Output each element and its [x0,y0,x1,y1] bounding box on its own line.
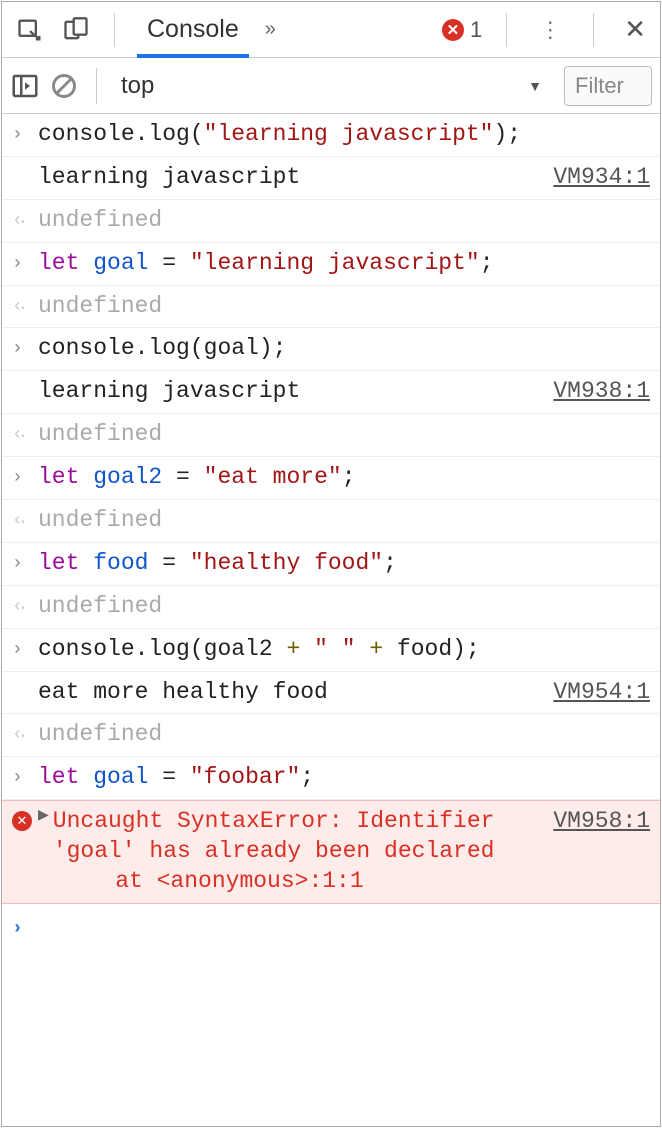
console-toolbar: top ▼ Filter [2,58,660,114]
console-log-row: learning javascript VM938:1 [2,371,660,414]
console-input-row: ›console.log("learning javascript"); [2,114,660,157]
return-chevron-icon: ‹• [8,592,38,619]
return-chevron-icon: ‹• [8,420,38,447]
console-input-row: ›console.log(goal); [2,328,660,371]
input-chevron-icon: › [8,120,38,147]
error-message: Uncaught SyntaxError: Identifier 'goal' … [53,807,542,867]
inspect-icon[interactable] [16,16,44,44]
tabs-overflow-icon[interactable]: » [265,18,276,41]
console-input-row: ›let goal = "foobar"; [2,757,660,800]
source-link[interactable]: VM938:1 [553,377,650,407]
return-value: undefined [38,420,650,450]
log-message: learning javascript [38,163,541,193]
console-code: let food = "healthy food"; [38,549,650,579]
console-log-row: eat more healthy food VM954:1 [2,672,660,715]
error-count-badge[interactable]: ✕ 1 [442,17,482,43]
error-stack-line: at <anonymous>:1:1 [38,867,650,897]
console-code: console.log("learning javascript"); [38,120,650,150]
tab-label: Console [147,15,239,44]
return-chevron-icon: ‹• [8,720,38,747]
expand-triangle-icon[interactable]: ▶ [38,807,49,867]
console-input-row: ›let goal2 = "eat more"; [2,457,660,500]
input-chevron-icon: › [8,463,38,490]
log-message: eat more healthy food [38,678,541,708]
console-prompt-row: › [2,904,660,947]
device-toggle-icon[interactable] [62,16,90,44]
source-link[interactable]: VM934:1 [553,163,650,193]
console-log-row: learning javascript VM934:1 [2,157,660,200]
error-icon: ✕ [442,19,464,41]
console-input-row: ›console.log(goal2 + " " + food); [2,629,660,672]
log-gutter [8,678,38,682]
console-code: console.log(goal2 + " " + food); [38,635,650,665]
console-output[interactable]: ›console.log("learning javascript");lear… [2,114,660,1126]
input-chevron-icon: › [8,763,38,790]
filter-input[interactable]: Filter [564,66,652,106]
return-value: undefined [38,206,650,236]
close-icon[interactable]: ✕ [618,14,652,45]
return-chevron-icon: ‹• [8,506,38,533]
error-icon: ✕ [8,807,38,831]
console-code: let goal = "learning javascript"; [38,249,650,279]
log-gutter [8,163,38,167]
kebab-menu-icon[interactable]: ⋮ [531,17,569,43]
filter-placeholder: Filter [575,73,624,99]
return-value: undefined [38,720,650,750]
tab-console[interactable]: Console [139,2,247,57]
sidebar-toggle-icon[interactable] [10,71,40,101]
console-error-row: ✕▶Uncaught SyntaxError: Identifier 'goal… [2,800,660,904]
return-value: undefined [38,506,650,536]
prompt-chevron-icon: › [8,914,38,941]
clear-console-icon[interactable] [50,72,78,100]
divider [114,13,115,47]
return-value: undefined [38,592,650,622]
source-link[interactable]: VM954:1 [553,678,650,708]
console-return-row: ‹•undefined [2,286,660,329]
console-code: console.log(goal); [38,334,650,364]
console-code: let goal2 = "eat more"; [38,463,650,493]
divider [506,13,507,47]
console-return-row: ‹•undefined [2,414,660,457]
chevron-down-icon: ▼ [528,78,542,94]
tabbar: Console » ✕ 1 ⋮ ✕ [2,2,660,58]
return-chevron-icon: ‹• [8,292,38,319]
console-return-row: ‹•undefined [2,586,660,629]
return-chevron-icon: ‹• [8,206,38,233]
log-gutter [8,377,38,381]
source-link[interactable]: VM958:1 [553,807,650,867]
input-chevron-icon: › [8,635,38,662]
divider [593,13,594,47]
console-return-row: ‹•undefined [2,500,660,543]
input-chevron-icon: › [8,334,38,361]
error-count: 1 [470,17,482,43]
log-message: learning javascript [38,377,541,407]
input-chevron-icon: › [8,249,38,276]
context-label: top [121,72,154,100]
console-input-row: ›let food = "healthy food"; [2,543,660,586]
divider [96,68,97,104]
return-value: undefined [38,292,650,322]
input-chevron-icon: › [8,549,38,576]
console-input-row: ›let goal = "learning javascript"; [2,243,660,286]
execution-context-select[interactable]: top ▼ [115,66,554,106]
console-return-row: ‹•undefined [2,200,660,243]
console-return-row: ‹•undefined [2,714,660,757]
console-code: let goal = "foobar"; [38,763,650,793]
